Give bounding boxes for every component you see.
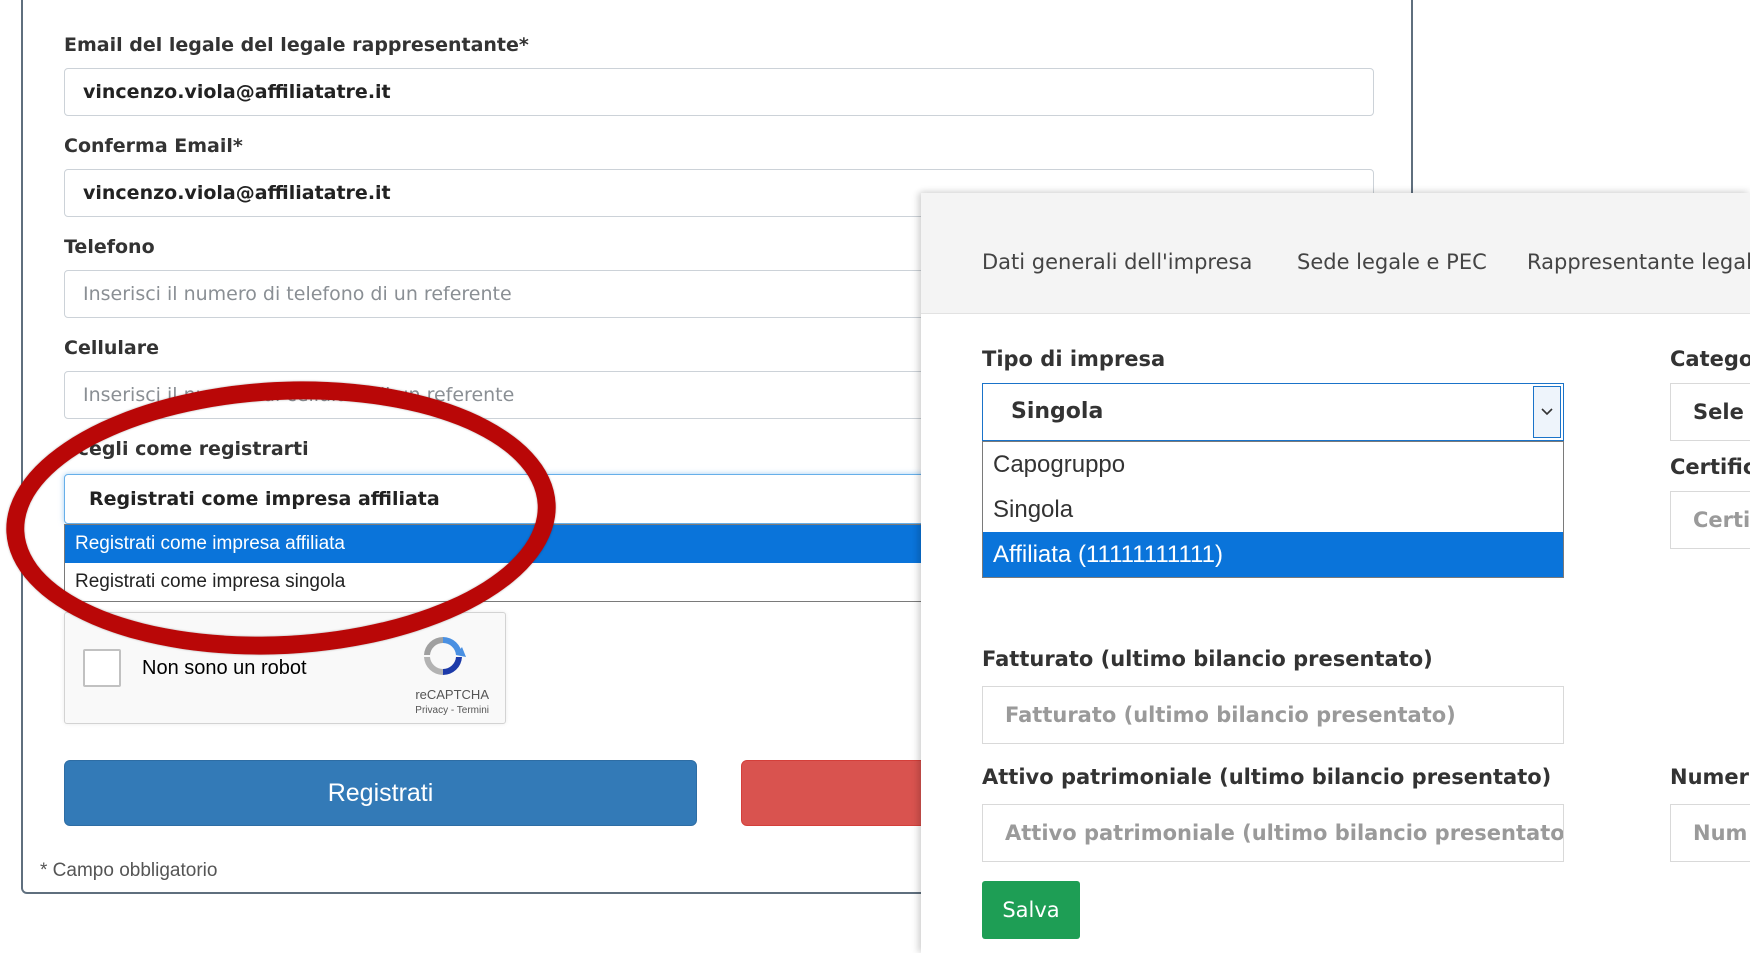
company-type-select[interactable]: Singola xyxy=(982,383,1564,441)
mobile-label: Cellulare xyxy=(64,337,159,359)
certification-input[interactable]: Certif xyxy=(1670,491,1750,549)
recaptcha-checkbox[interactable] xyxy=(83,649,121,687)
tab-bar: Dati generali dell'impresa Sede legale e… xyxy=(921,193,1750,314)
recaptcha-text: Non sono un robot xyxy=(142,657,307,679)
register-button[interactable]: Registrati xyxy=(64,760,697,826)
assets-input[interactable]: Attivo patrimoniale (ultimo bilancio pre… xyxy=(982,804,1564,862)
company-type-selected: Singola xyxy=(1011,399,1104,424)
tab-general-data[interactable]: Dati generali dell'impresa xyxy=(982,250,1252,274)
confirm-email-label: Conferma Email* xyxy=(64,135,243,157)
certification-label: Certific xyxy=(1670,455,1750,479)
option-capogruppo[interactable]: Capogruppo xyxy=(983,442,1563,487)
category-select[interactable]: Sele xyxy=(1670,383,1750,441)
turnover-input[interactable]: Fatturato (ultimo bilancio presentato) xyxy=(982,686,1564,744)
email-field[interactable]: vincenzo.viola@affiliatatre.it xyxy=(64,68,1374,116)
chevron-down-icon[interactable] xyxy=(1533,386,1561,438)
company-type-dropdown: Capogruppo Singola Affiliata (1111111111… xyxy=(982,441,1564,578)
company-data-panel: Dati generali dell'impresa Sede legale e… xyxy=(921,193,1750,953)
save-button[interactable]: Salva xyxy=(982,881,1080,939)
tab-registered-office[interactable]: Sede legale e PEC xyxy=(1297,250,1487,274)
turnover-label: Fatturato (ultimo bilancio presentato) xyxy=(982,647,1433,671)
company-type-label: Tipo di impresa xyxy=(982,347,1166,371)
tab-legal-representative[interactable]: Rappresentante legale xyxy=(1527,250,1750,274)
recaptcha-widget: Non sono un robot reCAPTCHA Privacy - Te… xyxy=(64,612,506,724)
number-label: Numer xyxy=(1670,765,1750,789)
option-affiliata[interactable]: Affiliata (11111111111) xyxy=(983,532,1563,577)
recaptcha-logo-icon xyxy=(424,637,466,675)
category-label: Catego xyxy=(1670,347,1750,371)
recaptcha-links[interactable]: Privacy - Termini xyxy=(415,705,489,716)
email-label: Email del legale del legale rappresentan… xyxy=(64,34,529,56)
registration-type-label: Scegli come registrarti xyxy=(64,438,309,460)
recaptcha-brand: reCAPTCHA xyxy=(415,687,489,702)
required-field-note: * Campo obbligatorio xyxy=(40,860,218,881)
assets-label: Attivo patrimoniale (ultimo bilancio pre… xyxy=(982,765,1552,789)
phone-label: Telefono xyxy=(64,236,155,258)
option-singola[interactable]: Singola xyxy=(983,487,1563,532)
number-input[interactable]: Num xyxy=(1670,804,1750,862)
